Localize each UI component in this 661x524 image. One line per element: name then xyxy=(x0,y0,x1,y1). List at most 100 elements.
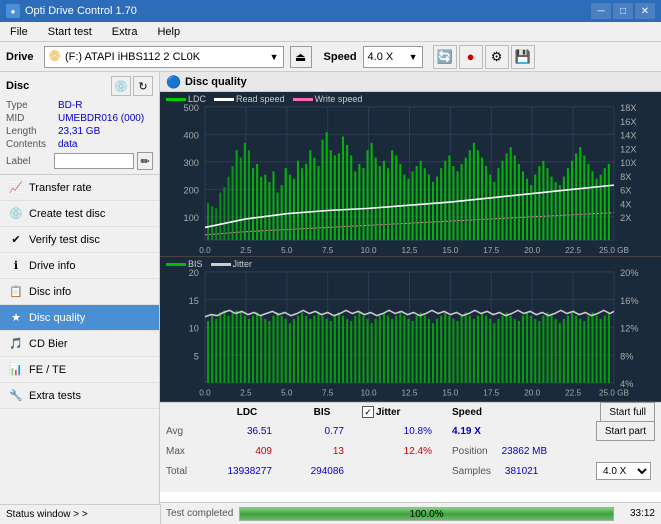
start-part-button[interactable]: Start part xyxy=(596,421,655,441)
ldc-col-header: LDC xyxy=(212,407,282,418)
drive-info-label: Drive info xyxy=(29,260,75,272)
menu-extra[interactable]: Extra xyxy=(106,25,144,39)
bis-col-header: BIS xyxy=(292,407,352,418)
disc-info-label: Disc info xyxy=(29,286,71,298)
sidebar-item-disc-info[interactable]: 📋 Disc info xyxy=(0,279,159,305)
label-edit-btn[interactable]: ✏ xyxy=(137,152,153,170)
svg-text:2.5: 2.5 xyxy=(240,245,252,255)
max-jitter: 12.4% xyxy=(362,446,442,457)
chart1-svg: 500 400 300 200 100 18X 16X 14X 12X 10X … xyxy=(160,92,661,256)
cd-bier-icon: 🎵 xyxy=(8,336,24,352)
read-legend-box xyxy=(214,98,234,101)
svg-text:12X: 12X xyxy=(620,144,637,154)
svg-text:4X: 4X xyxy=(620,199,632,209)
svg-text:20%: 20% xyxy=(620,267,639,278)
svg-text:17.5: 17.5 xyxy=(483,245,499,255)
drive-label: Drive xyxy=(6,51,34,63)
svg-text:10: 10 xyxy=(189,322,199,333)
speed-select[interactable]: 4.0 X ▼ xyxy=(363,46,423,68)
drivebar: Drive 📀 (F:) ATAPI iHBS112 2 CL0K ▼ ⏏ Sp… xyxy=(0,42,661,72)
sidebar-item-fe-te[interactable]: 📊 FE / TE xyxy=(0,357,159,383)
bis-legend-box xyxy=(166,263,186,266)
svg-text:17.5: 17.5 xyxy=(483,387,499,397)
svg-text:10.0: 10.0 xyxy=(361,387,377,397)
length-val: 23,31 GB xyxy=(58,126,100,137)
disc-info-icon: 📋 xyxy=(8,284,24,300)
chart-header-icon: 🔵 xyxy=(166,75,181,89)
mid-key: MID xyxy=(6,113,58,124)
sidebar-item-create-test-disc[interactable]: 💿 Create test disc xyxy=(0,201,159,227)
menu-file[interactable]: File xyxy=(4,25,34,39)
disc-quality-label: Disc quality xyxy=(29,312,85,324)
chart2-container: BIS Jitter xyxy=(160,257,661,402)
disc-icon-btn[interactable]: 💿 xyxy=(111,76,131,96)
svg-text:12%: 12% xyxy=(620,322,639,333)
speed-dropdown[interactable]: 4.0 X 2.0 X 1.0 X xyxy=(596,462,651,480)
label-input[interactable] xyxy=(54,153,134,169)
sidebar-item-verify-test-disc[interactable]: ✔ Verify test disc xyxy=(0,227,159,253)
svg-text:5: 5 xyxy=(194,350,199,361)
menu-help[interactable]: Help xyxy=(151,25,186,39)
stats-bar: LDC BIS ✓ Jitter Speed Start full Avg 36… xyxy=(160,402,661,492)
transfer-rate-icon: 📈 xyxy=(8,180,24,196)
maximize-button[interactable]: □ xyxy=(613,3,633,19)
minimize-button[interactable]: ─ xyxy=(591,3,611,19)
status-window-button[interactable]: Status window > > xyxy=(0,504,161,524)
avg-ldc: 36.51 xyxy=(212,426,282,437)
sidebar-item-cd-bier[interactable]: 🎵 CD Bier xyxy=(0,331,159,357)
app-title: Opti Drive Control 1.70 xyxy=(25,5,137,17)
app-icon: ● xyxy=(6,4,20,18)
bis-legend-label: BIS xyxy=(188,259,203,269)
cd-bier-label: CD Bier xyxy=(29,338,68,350)
jitter-legend-box xyxy=(211,263,231,266)
avg-bis: 0.77 xyxy=(292,426,352,437)
jitter-col-header: Jitter xyxy=(376,407,400,418)
progress-time: 33:12 xyxy=(620,508,655,519)
settings-button[interactable]: ⚙ xyxy=(485,45,509,69)
drive-select[interactable]: 📀 (F:) ATAPI iHBS112 2 CL0K ▼ xyxy=(44,46,284,68)
refresh-button[interactable]: 🔄 xyxy=(433,45,457,69)
verify-test-disc-icon: ✔ xyxy=(8,232,24,248)
sidebar-item-disc-quality[interactable]: ★ Disc quality xyxy=(0,305,159,331)
create-test-disc-label: Create test disc xyxy=(29,208,105,220)
svg-text:14X: 14X xyxy=(620,130,637,140)
chart1-container: LDC Read speed Write speed xyxy=(160,92,661,257)
disc-refresh-btn[interactable]: ↻ xyxy=(133,76,153,96)
svg-text:100: 100 xyxy=(183,213,198,223)
save-button[interactable]: 💾 xyxy=(511,45,535,69)
sidebar-item-extra-tests[interactable]: 🔧 Extra tests xyxy=(0,383,159,409)
sidebar-item-drive-info[interactable]: ℹ Drive info xyxy=(0,253,159,279)
svg-text:5.0: 5.0 xyxy=(281,387,293,397)
position-val: 23862 MB xyxy=(502,446,548,457)
type-key: Type xyxy=(6,100,58,111)
sidebar-item-transfer-rate[interactable]: 📈 Transfer rate xyxy=(0,175,159,201)
svg-text:18X: 18X xyxy=(620,103,637,113)
disc-header-text: Disc xyxy=(6,80,29,92)
eject-button[interactable]: ⏏ xyxy=(290,46,312,68)
start-full-button[interactable]: Start full xyxy=(600,402,655,422)
svg-text:15: 15 xyxy=(189,295,199,306)
svg-text:12.5: 12.5 xyxy=(402,245,418,255)
svg-text:2.5: 2.5 xyxy=(240,387,252,397)
charts-area: LDC Read speed Write speed xyxy=(160,92,661,502)
progress-bar: 100.0% xyxy=(239,507,614,521)
svg-text:22.5: 22.5 xyxy=(565,245,581,255)
disc-quality-icon: ★ xyxy=(8,310,24,326)
ldc-legend-box xyxy=(166,98,186,101)
avg-jitter: 10.8% xyxy=(362,426,442,437)
drive-info-icon: ℹ xyxy=(8,258,24,274)
max-bis: 13 xyxy=(292,446,352,457)
svg-text:7.5: 7.5 xyxy=(322,245,334,255)
close-button[interactable]: ✕ xyxy=(635,3,655,19)
svg-text:0.0: 0.0 xyxy=(199,387,211,397)
length-key: Length xyxy=(6,126,58,137)
fe-te-label: FE / TE xyxy=(29,364,66,376)
menu-starttest[interactable]: Start test xyxy=(42,25,98,39)
svg-text:5.0: 5.0 xyxy=(281,245,293,255)
svg-text:25.0 GB: 25.0 GB xyxy=(599,245,629,255)
jitter-checkbox[interactable]: ✓ xyxy=(362,406,374,418)
avg-label: Avg xyxy=(166,426,202,437)
contents-key: Contents xyxy=(6,139,58,150)
record-button[interactable]: ● xyxy=(459,45,483,69)
max-ldc: 409 xyxy=(212,446,282,457)
